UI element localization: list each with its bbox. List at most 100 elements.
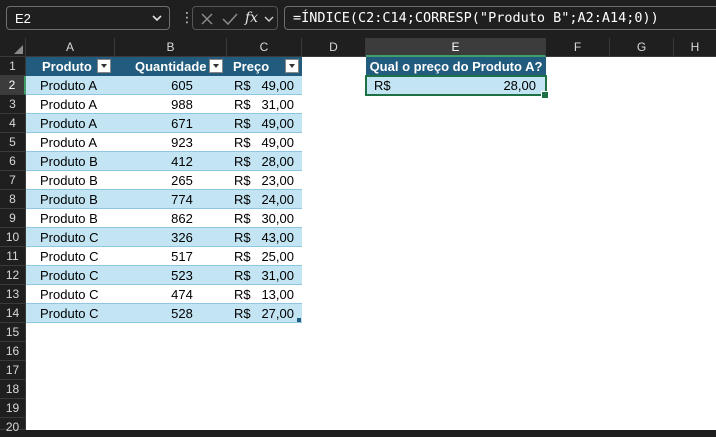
column-header-f[interactable]: F	[546, 38, 610, 57]
row-header[interactable]: 7	[0, 171, 26, 190]
table-cell-quantidade[interactable]: 265	[115, 171, 227, 190]
row-header[interactable]: 19	[0, 399, 26, 418]
row-header[interactable]: 14	[0, 304, 26, 323]
table-cell-preco[interactable]: R$ 49,00	[227, 133, 302, 152]
lookup-question-cell[interactable]: Qual o preço do Produto A?	[366, 57, 546, 76]
table-header-quantidade[interactable]: Quantidade	[115, 57, 227, 76]
table-cell-quantidade[interactable]: 326	[115, 228, 227, 247]
row-header[interactable]: 4	[0, 114, 26, 133]
table-cell-quantidade[interactable]: 923	[115, 133, 227, 152]
cell-value: Produto A	[40, 78, 98, 93]
chevron-down-icon[interactable]	[263, 11, 275, 27]
cell-value: Produto A	[40, 97, 98, 112]
table-cell-quantidade[interactable]: 412	[115, 152, 227, 171]
row-header[interactable]: 2	[0, 76, 26, 95]
name-box[interactable]: E2	[6, 6, 170, 30]
cell-value: 265	[171, 173, 193, 188]
cell-currency: R$	[234, 268, 251, 283]
cell-currency: R$	[234, 306, 251, 321]
table-resize-handle[interactable]	[297, 318, 301, 322]
table-cell-produto[interactable]: Produto B	[26, 209, 115, 228]
cell-currency: R$	[234, 135, 251, 150]
cell-value: Produto C	[40, 230, 99, 245]
formula-input[interactable]: =ÍNDICE(C2:C14;CORRESP("Produto B";A2:A1…	[284, 6, 716, 30]
table-cell-produto[interactable]: Produto C	[26, 228, 115, 247]
active-cell-border	[365, 75, 547, 96]
table-cell-quantidade[interactable]: 517	[115, 247, 227, 266]
table-cell-produto[interactable]: Produto A	[26, 76, 115, 95]
table-cell-produto[interactable]: Produto A	[26, 95, 115, 114]
row-header[interactable]: 16	[0, 342, 26, 361]
chevron-down-icon[interactable]	[151, 11, 163, 25]
row-header[interactable]: 15	[0, 323, 26, 342]
name-box-value: E2	[15, 11, 31, 26]
formula-bar: E2 ⋮ fx =ÍNDICE(C2:C14;CORRESP("Produto …	[0, 0, 716, 36]
cell-value: 774	[171, 192, 193, 207]
row-header[interactable]: 10	[0, 228, 26, 247]
column-header-d[interactable]: D	[302, 38, 366, 57]
filter-dropdown-icon[interactable]	[209, 59, 223, 73]
table-cell-preco[interactable]: R$ 13,00	[227, 285, 302, 304]
table-cell-produto[interactable]: Produto C	[26, 304, 115, 323]
row-header[interactable]: 13	[0, 285, 26, 304]
row-header[interactable]: 17	[0, 361, 26, 380]
table-cell-preco[interactable]: R$ 30,00	[227, 209, 302, 228]
row-header[interactable]: 1	[0, 57, 26, 76]
row-header[interactable]: 9	[0, 209, 26, 228]
table-cell-quantidade[interactable]: 862	[115, 209, 227, 228]
check-icon[interactable]	[221, 11, 239, 27]
cell-value: 31,00	[261, 97, 294, 112]
row-header[interactable]: 6	[0, 152, 26, 171]
table-cell-preco[interactable]: R$ 25,00	[227, 247, 302, 266]
table-cell-preco[interactable]: R$ 43,00	[227, 228, 302, 247]
table-cell-quantidade[interactable]: 474	[115, 285, 227, 304]
column-header-g[interactable]: G	[610, 38, 674, 57]
column-header-c[interactable]: C	[227, 38, 302, 57]
column-header-a[interactable]: A	[26, 38, 115, 57]
row-header[interactable]: 5	[0, 133, 26, 152]
row-header[interactable]: 18	[0, 380, 26, 399]
row-header[interactable]: 3	[0, 95, 26, 114]
table-cell-quantidade[interactable]: 528	[115, 304, 227, 323]
column-header-e[interactable]: E	[366, 38, 546, 57]
select-all-button[interactable]	[0, 38, 26, 57]
table-cell-produto[interactable]: Produto B	[26, 190, 115, 209]
table-header-produto[interactable]: Produto	[26, 57, 115, 76]
fill-handle[interactable]	[541, 91, 549, 99]
filter-dropdown-icon[interactable]	[97, 59, 111, 73]
table-cell-quantidade[interactable]: 774	[115, 190, 227, 209]
table-cell-quantidade[interactable]: 605	[115, 76, 227, 95]
table-cell-produto[interactable]: Produto C	[26, 285, 115, 304]
table-cell-preco[interactable]: R$ 31,00	[227, 266, 302, 285]
table-cell-preco[interactable]: R$ 27,00	[227, 304, 302, 323]
cancel-icon[interactable]	[199, 11, 215, 27]
table-cell-preco[interactable]: R$ 28,00	[227, 152, 302, 171]
row-header[interactable]: 20	[0, 418, 26, 434]
table-cell-produto[interactable]: Produto B	[26, 152, 115, 171]
table-cell-preco[interactable]: R$ 23,00	[227, 171, 302, 190]
table-cell-preco[interactable]: R$ 31,00	[227, 95, 302, 114]
filter-dropdown-icon[interactable]	[285, 59, 299, 73]
table-cell-preco[interactable]: R$ 24,00	[227, 190, 302, 209]
table-cell-produto[interactable]: Produto A	[26, 133, 115, 152]
table-cell-quantidade[interactable]: 671	[115, 114, 227, 133]
column-header-b[interactable]: B	[115, 38, 227, 57]
insert-function-button[interactable]: fx	[245, 10, 258, 26]
cell-value: Produto B	[40, 173, 98, 188]
column-header-h[interactable]: H	[674, 38, 716, 57]
cell-value: 13,00	[261, 287, 294, 302]
table-cell-quantidade[interactable]: 988	[115, 95, 227, 114]
table-cell-preco[interactable]: R$ 49,00	[227, 114, 302, 133]
row-header[interactable]: 11	[0, 247, 26, 266]
table-cell-quantidade[interactable]: 523	[115, 266, 227, 285]
cell-value: 49,00	[261, 78, 294, 93]
cell-currency: R$	[234, 211, 251, 226]
table-cell-preco[interactable]: R$ 49,00	[227, 76, 302, 95]
table-cell-produto[interactable]: Produto C	[26, 247, 115, 266]
row-header[interactable]: 8	[0, 190, 26, 209]
table-header-preco[interactable]: Preço	[227, 57, 302, 76]
table-cell-produto[interactable]: Produto B	[26, 171, 115, 190]
table-cell-produto[interactable]: Produto A	[26, 114, 115, 133]
table-cell-produto[interactable]: Produto C	[26, 266, 115, 285]
row-header[interactable]: 12	[0, 266, 26, 285]
